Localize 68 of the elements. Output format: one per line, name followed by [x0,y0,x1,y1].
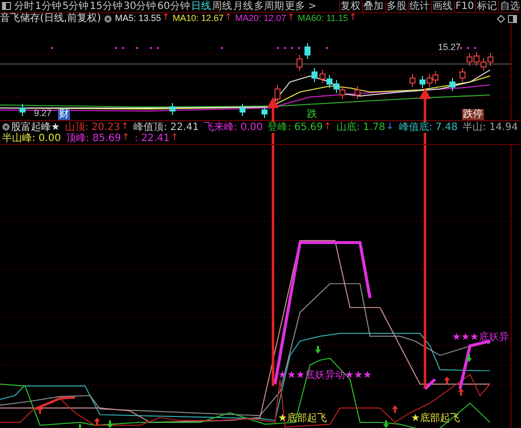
indicator-value: 山顶: 20.23 [64,122,120,132]
moving-average-value: MA10: 12.67 [172,13,224,24]
indicator-value: 半山峰: 0.00 [2,132,61,144]
trend-arrow: ↑ [224,13,232,24]
panel-icon[interactable] [508,14,517,22]
candlestick [240,104,246,116]
toolbar-button[interactable]: 画线 [430,0,454,12]
period-tab[interactable]: 60分钟 [157,0,190,12]
indicator-value: 登峰: 65.69 [268,122,323,132]
signal-arrow-icon [419,88,431,388]
period-tab[interactable]: 30分钟 [123,0,156,12]
candlestick [450,78,456,92]
indicator-title: 股富起峰★ [11,122,60,132]
candlestick [20,104,26,116]
indicator-value: : 22.41 [134,132,170,144]
period-tab[interactable]: 日线 [190,0,211,12]
settings-icon[interactable] [104,14,112,22]
candlestick [354,86,360,100]
signal-label: ★★★底妖异 [452,332,509,344]
trend-arrow: ↑ [162,13,170,24]
indicator-value: 半山: 14.94 [462,122,518,132]
diamond-icon[interactable] [497,14,505,22]
indicator-value: 峰值顶: 22.41 [134,122,199,132]
trend-arrow: ↑ [170,132,178,144]
event-marker[interactable]: 跌停 [462,109,484,120]
trend-arrow: ↑ [287,13,295,24]
high-price-label: 15.27 [438,42,461,52]
indicator-value: 山底: 1.78 [336,122,386,132]
period-tab[interactable]: 1分钟 [35,0,62,12]
toolbar-button[interactable]: 复权 [338,0,362,12]
moving-average-value: MA60: 11.15 [298,13,348,24]
toolbar-button[interactable]: 多股 [384,0,408,12]
candlestick [304,42,310,60]
period-tab[interactable]: 15分钟 [90,0,122,12]
toolbar-button[interactable]: 标记 [475,0,498,12]
signal-arrow-icon [267,97,279,386]
trend-arrow: ↓ [386,122,394,132]
candlestick [312,68,318,82]
candlestick [262,106,268,118]
candlestick [410,74,416,88]
period-tab[interactable]: 周线 [212,0,232,12]
candlestick [274,84,280,104]
moving-average-value: MA20: 12.07 [235,13,286,24]
event-marker[interactable]: 跌 [306,109,318,120]
candlestick [296,54,302,72]
indicator-value: 飞来峰: 0.00 [204,122,263,132]
event-marker[interactable]: 财 [58,109,70,120]
period-tab[interactable]: 5分钟 [62,0,89,12]
trend-arrow: ↑ [349,13,357,24]
toolbar-button[interactable]: 叠加 [362,0,385,12]
panel-icon[interactable] [2,2,11,10]
trend-arrow: ↑ [121,122,129,132]
toolbar-button[interactable]: 统计 [408,0,431,12]
period-tab[interactable]: 多周期 [254,0,284,12]
moving-average-value: MA5: 13.55 [114,13,162,24]
toolbar-button[interactable]: 自选 [498,0,521,12]
period-tab[interactable]: 分时 [14,0,34,12]
indicator-value: 顶峰: 85.69 [66,132,122,144]
trend-arrow: ↑ [122,132,130,144]
stock-title: 音飞储存(日线,前复权) [0,13,101,24]
period-tab[interactable]: 月线 [232,0,253,12]
toolbar-button[interactable]: F10 [454,0,475,12]
indicator-value: 峰值底: 7.48 [398,122,458,132]
candlestick [170,102,176,116]
trend-arrow: ↑ [324,122,332,132]
period-tab[interactable]: 更多 > [284,0,317,12]
settings-icon[interactable] [2,123,10,131]
low-price-label: 9.27 [34,108,52,118]
